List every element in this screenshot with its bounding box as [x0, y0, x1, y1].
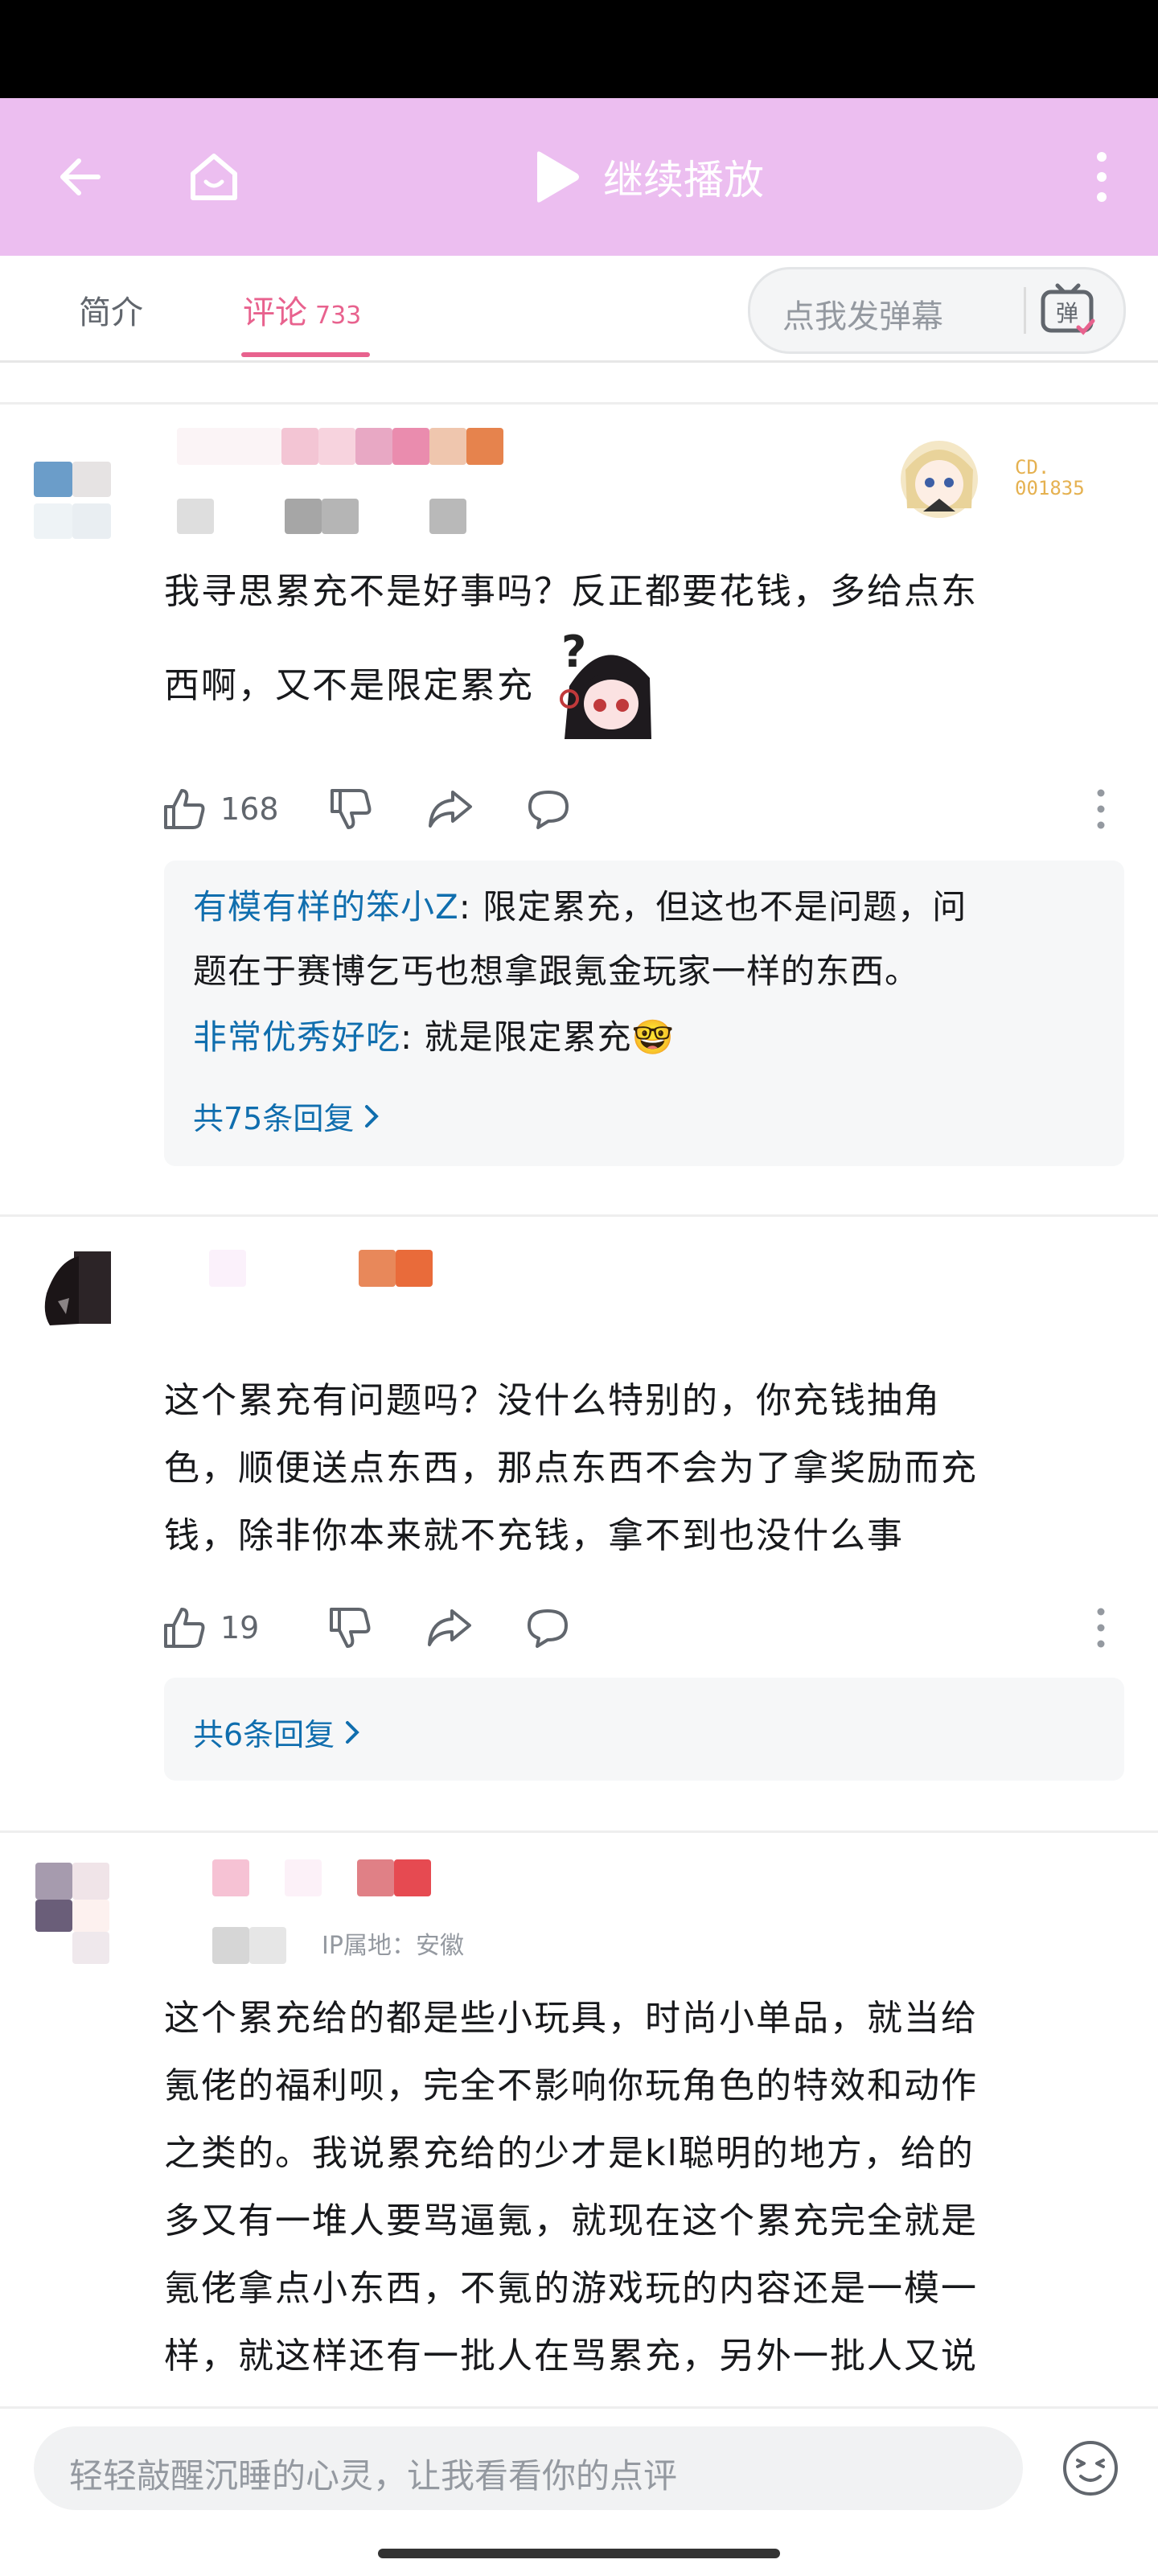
thumbs-down-icon — [330, 1608, 371, 1648]
comment-separator — [0, 402, 1158, 405]
danmaku-placeholder: 点我发弹幕 — [782, 298, 943, 335]
username-blurred[interactable] — [177, 428, 515, 466]
reply-username[interactable]: 有模有样的笨小Z — [193, 887, 459, 926]
comment-text-line: 这个累充有问题吗？没什么特别的，你充钱抽角 — [164, 1380, 941, 1421]
danmaku-toggle-icon[interactable]: 弹 — [1037, 279, 1101, 343]
danmaku-input[interactable]: 点我发弹幕 弹 — [748, 267, 1126, 354]
like-count: 168 — [220, 791, 279, 827]
thumbs-up-icon — [164, 789, 205, 829]
fan-badge-number: CD. 001835 — [1015, 456, 1085, 499]
like-button[interactable]: 168 — [161, 786, 279, 832]
resume-play-button[interactable]: 继续播放 — [531, 98, 764, 256]
reply-text: : 就是限定累充🤓 — [400, 1017, 675, 1057]
character-badge-icon — [901, 441, 978, 518]
dislike-button[interactable] — [326, 1604, 373, 1651]
like-button[interactable]: 19 — [161, 1604, 259, 1651]
thumbs-up-icon — [164, 1608, 205, 1648]
more-vertical-icon — [1097, 152, 1107, 202]
dislike-button[interactable] — [327, 786, 374, 832]
fan-badge[interactable]: CD. 001835 — [894, 434, 1111, 524]
reply-preview-box[interactable]: 有模有样的笨小Z: 限定累充，但这也不是问题，问 题在于赛博乞丐也想拿跟氪金玩家… — [164, 861, 1124, 1166]
tab-intro-label: 简介 — [79, 294, 143, 331]
share-icon — [428, 1609, 472, 1646]
comments-count: 733 — [315, 302, 362, 330]
home-button[interactable] — [180, 98, 248, 256]
tab-comments-label: 评论 — [243, 294, 307, 331]
reply-text: : 限定累充，但这也不是问题，问 — [458, 887, 967, 926]
avatar[interactable] — [35, 1863, 113, 1966]
user-meta-blurred — [177, 499, 482, 534]
resume-play-label: 继续播放 — [603, 157, 764, 203]
ip-location: IP属地：安徽 — [322, 1932, 464, 1960]
sticker-emoji-icon: ? — [560, 630, 651, 739]
comment-separator — [0, 1830, 1158, 1833]
comment-actions: 19 — [161, 1596, 573, 1660]
comment-text-line-wrap: 西啊，又不是限定累充 ? — [164, 626, 1113, 746]
reply-text-continued: 题在于赛博乞丐也想拿跟氪金玩家一样的东西。 — [193, 951, 920, 991]
user-meta-blurred — [212, 1927, 286, 1964]
play-icon — [537, 151, 579, 203]
reply-count-label: 共6条回复 — [193, 1717, 335, 1752]
comment-text-line: 钱，除非你本来就不充钱，拿不到也没什么事 — [164, 1515, 904, 1556]
comment-text-line: 氪佬拿点小东西，不氪的游戏玩的内容还是一模一 — [164, 2268, 978, 2309]
tab-comments[interactable]: 评论 733 — [243, 286, 361, 333]
home-indicator — [378, 2549, 780, 2558]
chevron-right-icon — [365, 1104, 380, 1128]
like-count: 19 — [220, 1610, 260, 1645]
danmaku-divider — [1024, 287, 1026, 334]
thumbs-down-icon — [330, 789, 372, 829]
comment-text-line: 西啊，又不是限定累充 — [164, 665, 534, 706]
comment-separator — [0, 1214, 1158, 1217]
comment-text-line: 氪佬的福利呗，完全不影响你玩角色的特效和动作 — [164, 2065, 978, 2106]
share-button[interactable] — [425, 786, 475, 832]
username-blurred[interactable] — [177, 1250, 434, 1287]
comment-input[interactable]: 轻轻敲醒沉睡的心灵，让我看看你的点评 — [34, 2426, 1023, 2510]
comment-more-icon[interactable] — [1095, 1607, 1107, 1649]
comment-text: 我寻思累充不是好事吗？反正都要花钱，多给点东 西啊，又不是限定累充 ? — [164, 558, 1113, 746]
reply-preview-box[interactable]: 共6条回复 — [164, 1678, 1124, 1781]
reply-button[interactable] — [523, 1604, 573, 1651]
reply-count-label: 共75条回复 — [193, 1101, 355, 1136]
share-icon — [428, 791, 472, 828]
status-bar — [0, 0, 1158, 98]
comment-text-line: 色，顺便送点东西，那点东西不会为了拿奖励而充 — [164, 1448, 978, 1489]
reply-preview[interactable]: 非常优秀好吃: 就是限定累充🤓 — [193, 1005, 1102, 1070]
chevron-right-icon — [346, 1720, 360, 1744]
view-all-replies-link[interactable]: 共75条回复 — [193, 1094, 380, 1138]
active-tab-indicator — [241, 352, 370, 357]
comment-text-line: 我寻思累充不是好事吗？反正都要花钱，多给点东 — [164, 571, 978, 612]
tab-intro[interactable]: 简介 — [79, 286, 143, 333]
comment-text-line: 样，就这样还有一批人在骂累充，另外一批人又说 — [164, 2336, 978, 2377]
back-arrow-icon — [60, 158, 101, 195]
comment-bubble-icon — [528, 791, 569, 829]
comment-bubble-icon — [528, 1609, 569, 1648]
comment-text: 这个累充有问题吗？没什么特别的，你充钱抽角 色，顺便送点东西，那点东西不会为了拿… — [164, 1367, 1113, 1570]
comment-text-line: 这个累充给的都是些小玩具，时尚小单品，就当给 — [164, 1998, 978, 2039]
home-icon — [191, 154, 237, 200]
reply-preview[interactable]: 有模有样的笨小Z: 限定累充，但这也不是问题，问 — [193, 875, 1102, 939]
danmaku-icon-char: 弹 — [1056, 300, 1078, 327]
comment-text-line: 多又有一堆人要骂逼氪，就现在这个累充完全就是 — [164, 2200, 978, 2241]
share-button[interactable] — [425, 1604, 474, 1651]
video-top-bar: 继续播放 — [0, 98, 1158, 256]
comment-input-bar: 轻轻敲醒沉睡的心灵，让我看看你的点评 — [0, 2406, 1158, 2576]
reply-username[interactable]: 非常优秀好吃 — [193, 1017, 400, 1057]
more-options-button[interactable] — [1086, 98, 1118, 256]
reply-button[interactable] — [524, 786, 573, 832]
view-all-replies-link[interactable]: 共6条回复 — [193, 1710, 360, 1754]
username-blurred[interactable] — [212, 1859, 437, 1896]
comment-more-icon[interactable] — [1095, 788, 1107, 830]
emoji-picker-icon[interactable] — [1060, 2438, 1121, 2499]
back-button[interactable] — [48, 98, 113, 256]
comment-input-placeholder: 轻轻敲醒沉睡的心灵，让我看看你的点评 — [69, 2456, 678, 2496]
comment-actions: 168 — [161, 777, 573, 841]
comment-text: 这个累充给的都是些小玩具，时尚小单品，就当给 氪佬的福利呗，完全不影响你玩角色的… — [164, 1985, 1113, 2390]
avatar[interactable] — [34, 462, 111, 539]
comment-text-line: 之类的。我说累充给的少才是kl聪明的地方，给的 — [164, 2133, 975, 2174]
avatar[interactable] — [42, 1245, 113, 1329]
